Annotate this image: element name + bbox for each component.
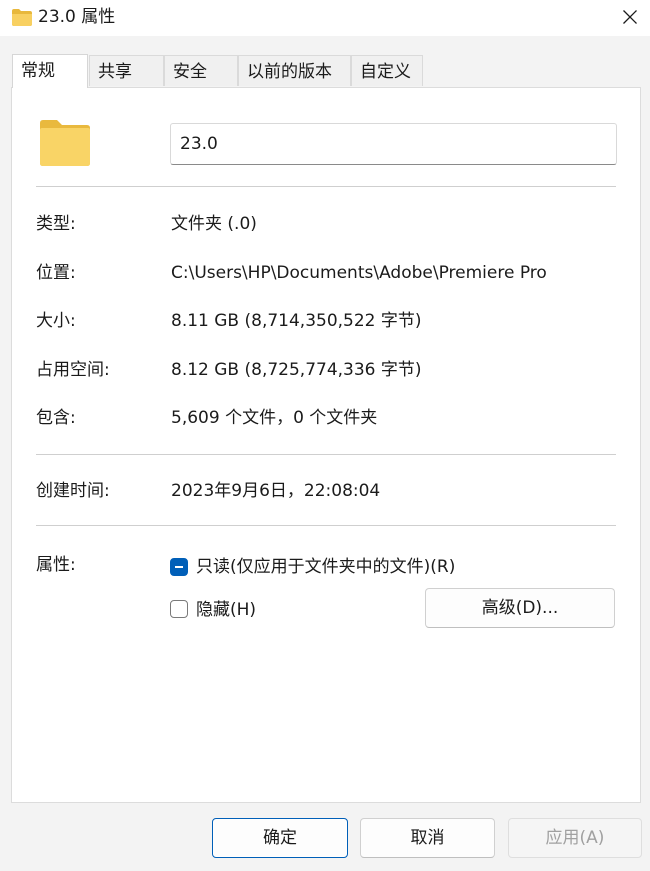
- readonly-checkbox[interactable]: [170, 558, 188, 576]
- size-label: 大小:: [36, 311, 76, 331]
- tab-customize[interactable]: 自定义: [351, 55, 423, 86]
- tab-general[interactable]: 常规: [12, 54, 88, 88]
- advanced-button[interactable]: 高级(D)...: [425, 588, 615, 628]
- tab-sharing[interactable]: 共享: [89, 55, 164, 86]
- folder-icon: [12, 9, 32, 26]
- size-value: 8.11 GB (8,714,350,522 字节): [171, 311, 422, 331]
- cancel-button[interactable]: 取消: [360, 818, 495, 858]
- tab-security[interactable]: 安全: [164, 55, 238, 86]
- folder-icon: [40, 120, 90, 166]
- type-label: 类型:: [36, 214, 76, 234]
- divider: [36, 525, 616, 526]
- location-value: C:\Users\HP\Documents\Adobe\Premiere Pro: [171, 263, 547, 283]
- contains-value: 5,609 个文件，0 个文件夹: [171, 408, 378, 428]
- contains-label: 包含:: [36, 408, 76, 428]
- title-bar: 23.0 属性: [0, 0, 650, 36]
- folder-name-input[interactable]: [170, 123, 617, 165]
- attributes-label: 属性:: [36, 555, 76, 575]
- created-label: 创建时间:: [36, 481, 110, 501]
- readonly-label[interactable]: 只读(仅应用于文件夹中的文件)(R): [196, 556, 455, 578]
- size-on-disk-label: 占用空间:: [36, 360, 110, 380]
- divider: [36, 454, 616, 455]
- created-value: 2023年9月6日，22:08:04: [171, 481, 381, 501]
- hidden-checkbox[interactable]: [170, 600, 188, 618]
- close-button[interactable]: [612, 0, 648, 34]
- location-label: 位置:: [36, 263, 76, 283]
- apply-button[interactable]: 应用(A): [508, 818, 642, 858]
- close-icon: [623, 10, 637, 24]
- properties-dialog: 23.0 属性 常规 共享 安全 以前的版本 自定义 类型: 文件夹 (.0) …: [0, 0, 650, 871]
- window-title: 23.0 属性: [38, 7, 116, 27]
- general-panel: [11, 87, 641, 803]
- hidden-label[interactable]: 隐藏(H): [196, 599, 256, 621]
- size-on-disk-value: 8.12 GB (8,725,774,336 字节): [171, 360, 422, 380]
- divider: [36, 186, 616, 187]
- ok-button[interactable]: 确定: [212, 818, 348, 858]
- tab-previous-versions[interactable]: 以前的版本: [238, 55, 351, 86]
- type-value: 文件夹 (.0): [171, 214, 257, 234]
